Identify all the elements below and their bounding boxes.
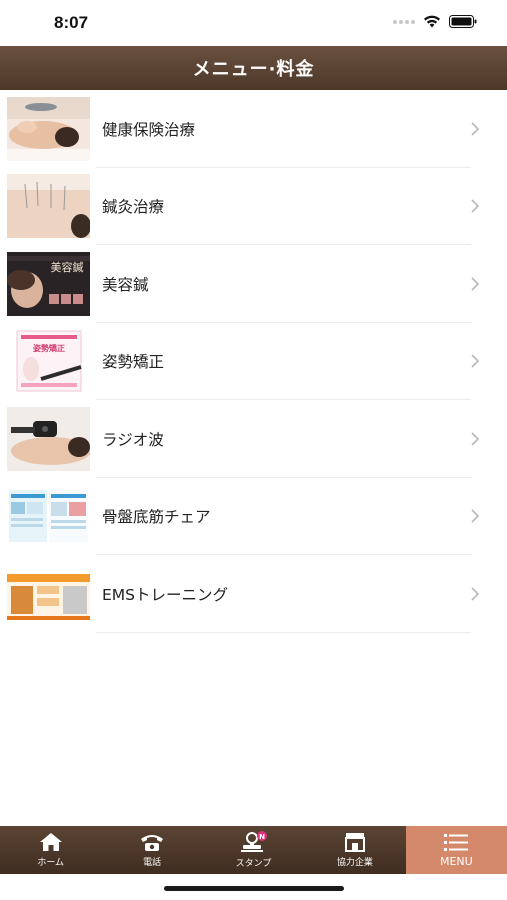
tab-label: スタンプ: [235, 859, 272, 869]
tab-label: 協力企業: [336, 858, 373, 868]
stamp-badge: N: [259, 833, 265, 841]
header-bar: メニュー·料金: [0, 46, 507, 90]
menu-list: 健康保険治療 鍼灸治療 美容鍼 美容鍼 姿勢矯正 姿勢矯正 ラジオ波 骨盤底筋チ…: [0, 90, 507, 633]
flyer-title-text: 姿勢矯正: [33, 343, 65, 353]
posture-correction-flyer-thumbnail: 姿勢矯正: [7, 329, 90, 394]
tab-label: ホーム: [37, 858, 65, 868]
menu-item-pelvic-chair[interactable]: 骨盤底筋チェア: [0, 478, 507, 556]
stamp-icon: N: [240, 831, 267, 852]
store-icon: [344, 833, 365, 852]
menu-item-label: ラジオ波: [102, 430, 164, 449]
page-title: メニュー·料金: [192, 59, 315, 80]
wifi-icon: [424, 15, 440, 28]
menu-item-ems-training[interactable]: EMSトレーニング: [0, 555, 507, 633]
chevron-right-icon: [471, 587, 480, 601]
chevron-right-icon: [471, 432, 480, 446]
menu-item-beauty-acupuncture[interactable]: 美容鍼 美容鍼: [0, 245, 507, 323]
phone-icon: [141, 835, 164, 851]
menu-item-label: EMSトレーニング: [102, 585, 229, 604]
menu-item-radio-wave[interactable]: ラジオ波: [0, 400, 507, 478]
chevron-right-icon: [471, 199, 480, 213]
tab-home[interactable]: ホーム: [0, 826, 101, 874]
status-time: 8:07: [54, 13, 89, 32]
chevron-right-icon: [471, 354, 480, 368]
tab-partners[interactable]: 協力企業: [304, 826, 405, 874]
menu-item-health-insurance[interactable]: 健康保険治療: [0, 90, 507, 168]
menu-item-label: 鍼灸治療: [102, 198, 165, 217]
menu-item-label: 骨盤底筋チェア: [102, 508, 211, 527]
massage-photo-thumbnail: [7, 96, 90, 161]
menu-item-posture-correction[interactable]: 姿勢矯正 姿勢矯正: [0, 323, 507, 401]
chevron-right-icon: [471, 509, 480, 523]
home-indicator-area: [0, 874, 507, 900]
menu-icon: [444, 834, 469, 851]
beauty-acupuncture-flyer-thumbnail: 美容鍼: [7, 251, 90, 316]
radio-wave-photo-thumbnail: [7, 406, 90, 471]
menu-item-label: 美容鍼: [102, 275, 149, 294]
home-icon: [39, 833, 62, 851]
chevron-right-icon: [471, 122, 480, 136]
tab-label: MENU: [439, 855, 473, 868]
home-indicator[interactable]: [164, 886, 344, 891]
menu-item-acupuncture[interactable]: 鍼灸治療: [0, 168, 507, 246]
menu-item-label: 姿勢矯正: [102, 353, 165, 372]
tab-bar: ホーム 電話 N スタンプ 協力企業 MENU: [0, 826, 507, 874]
menu-item-label: 健康保険治療: [102, 120, 196, 139]
pelvic-chair-brochure-thumbnail: [7, 484, 90, 549]
chevron-right-icon: [471, 277, 480, 291]
tab-label: 電話: [143, 858, 162, 868]
status-icons: [393, 15, 477, 28]
tab-stamp[interactable]: N スタンプ: [203, 826, 304, 874]
acupuncture-photo-thumbnail: [7, 174, 90, 239]
status-bar: 8:07: [0, 0, 507, 46]
flyer-title-text: 美容鍼: [51, 260, 84, 274]
tab-menu[interactable]: MENU: [405, 826, 507, 874]
tab-phone[interactable]: 電話: [101, 826, 202, 874]
signal-icon: [393, 19, 415, 24]
ems-training-flyer-thumbnail: [7, 561, 90, 626]
battery-icon: [449, 15, 477, 28]
